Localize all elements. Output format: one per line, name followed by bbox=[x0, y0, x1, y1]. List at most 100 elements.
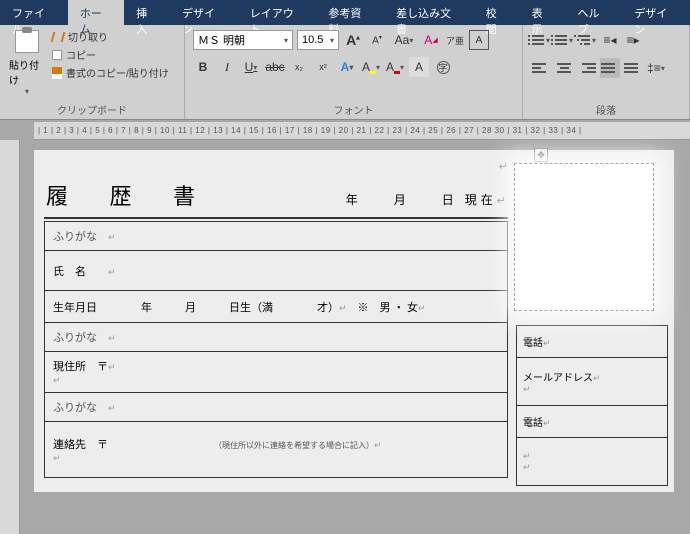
paragraph-mark: ↵ bbox=[499, 161, 508, 173]
align-center-button[interactable] bbox=[554, 58, 574, 78]
document-area: ✥ ↵ 履 歴 書 年 月 日 現在 ↵ ふりがな ↵ 氏 名 ↵ 生年月日 年… bbox=[0, 140, 690, 534]
font-group-label: フォント bbox=[193, 100, 514, 117]
document-title[interactable]: 履 歴 書 bbox=[46, 179, 213, 211]
ruler-area: | 1 | 2 | 3 | 4 | 5 | 6 | 7 | 8 | 9 | 10… bbox=[0, 120, 690, 140]
tab-design[interactable]: デザイン bbox=[170, 0, 238, 25]
paragraph-group: ▾ ▾ ▾ ≡◂ ≡▸ ‡≡▾ 段落 bbox=[523, 25, 690, 119]
highlight-icon: A bbox=[362, 60, 370, 74]
phonetic-button[interactable]: ア亜 bbox=[445, 30, 465, 50]
cut-button[interactable]: 切り取り bbox=[52, 29, 169, 44]
tab-file[interactable]: ファイル bbox=[0, 0, 68, 25]
paragraph-mark: ↵ bbox=[497, 194, 506, 207]
bullets-button[interactable]: ▾ bbox=[531, 30, 551, 50]
email-cell[interactable]: メールアドレス↵↵ bbox=[516, 358, 667, 406]
furigana-cell[interactable]: ふりがな ↵ bbox=[45, 222, 508, 251]
shrink-font-icon: A▾ bbox=[372, 34, 382, 46]
tab-help[interactable]: ヘルプ bbox=[565, 0, 622, 25]
change-case-button[interactable]: Aa▾ bbox=[391, 30, 417, 50]
multilevel-button[interactable]: ▾ bbox=[577, 30, 597, 50]
tab-home[interactable]: ホーム bbox=[68, 0, 124, 25]
tab-review[interactable]: 校閲 bbox=[474, 0, 520, 25]
tab-references[interactable]: 参考資料 bbox=[316, 0, 384, 25]
paragraph-group-label: 段落 bbox=[531, 100, 681, 117]
photo-placeholder[interactable] bbox=[514, 163, 654, 311]
tab-design2[interactable]: デザイン bbox=[622, 0, 690, 25]
clear-format-button[interactable]: A◢ bbox=[421, 30, 441, 50]
numbering-icon bbox=[555, 33, 569, 47]
shrink-font-button[interactable]: A▾ bbox=[367, 30, 387, 50]
text-effects-button[interactable]: A▾ bbox=[337, 57, 357, 77]
char-shading-button[interactable]: A bbox=[409, 57, 429, 77]
name-cell[interactable]: 氏 名 ↵ bbox=[45, 251, 508, 291]
resume-side-table: 電話↵ メールアドレス↵↵ 電話↵ ↵↵ bbox=[516, 325, 668, 486]
paste-button[interactable]: 貼り付け ▾ bbox=[8, 29, 46, 97]
font-size-combo[interactable]: 10.5 ▾ bbox=[297, 30, 339, 50]
align-center-icon bbox=[555, 60, 573, 76]
blank-cell[interactable]: ↵↵ bbox=[516, 438, 667, 486]
bullets-icon bbox=[532, 33, 546, 47]
chevron-down-icon: ▾ bbox=[25, 87, 29, 96]
align-left-icon bbox=[532, 60, 550, 76]
align-left-button[interactable] bbox=[531, 58, 551, 78]
furigana-cell-2[interactable]: ふりがな ↵ bbox=[45, 323, 508, 352]
grow-font-button[interactable]: A▴ bbox=[343, 30, 363, 50]
copy-icon bbox=[52, 50, 62, 60]
birthdate-cell[interactable]: 生年月日 年 月 日生（満 才）↵ ※ 男 ・ 女↵ bbox=[45, 291, 508, 323]
align-right-icon bbox=[578, 60, 596, 76]
distribute-button[interactable] bbox=[623, 58, 643, 78]
format-painter-button[interactable]: 書式のコピー/貼り付け bbox=[52, 65, 169, 80]
italic-button[interactable]: I bbox=[217, 57, 237, 77]
chevron-down-icon: ▾ bbox=[284, 36, 288, 45]
superscript-button[interactable]: x² bbox=[313, 57, 333, 77]
resume-right-column: 電話↵ メールアドレス↵↵ 電話↵ ↵↵ bbox=[516, 160, 668, 486]
furigana-cell-3[interactable]: ふりがな ↵ bbox=[45, 393, 508, 422]
chevron-down-icon: ▾ bbox=[330, 36, 334, 45]
clipboard-icon bbox=[15, 30, 39, 53]
paste-label: 貼り付け bbox=[9, 57, 45, 87]
subscript-button[interactable]: x₂ bbox=[289, 57, 309, 77]
increase-indent-button[interactable]: ≡▸ bbox=[623, 30, 643, 50]
tab-view[interactable]: 表示 bbox=[520, 0, 566, 25]
date-line[interactable]: 年 月 日 現在 bbox=[346, 191, 497, 208]
copy-button[interactable]: コピー bbox=[52, 47, 169, 62]
align-justify-button[interactable] bbox=[600, 58, 620, 78]
underline-button[interactable]: U▾ bbox=[241, 57, 261, 77]
font-group: ＭＳ 明朝 ▾ 10.5 ▾ A▴ A▾ Aa▾ A◢ ア亜 A B I U▾ ab… bbox=[185, 25, 523, 119]
tab-bar: ファイル ホーム 挿入 デザイン レイアウト 参考資料 差し込み文書 校閲 表示… bbox=[0, 0, 690, 25]
clipboard-group-label: クリップボード bbox=[8, 100, 176, 117]
contact-cell[interactable]: 連絡先 〒 （現住所以外に連絡を希望する場合に記入）↵↵ bbox=[45, 422, 508, 478]
grow-font-icon: A▴ bbox=[346, 32, 360, 48]
clipboard-group: 貼り付け ▾ 切り取り コピー 書式のコピー/貼り付け クリップボード bbox=[0, 25, 185, 119]
enclose-button[interactable]: A bbox=[469, 30, 489, 50]
resume-table: ふりがな ↵ 氏 名 ↵ 生年月日 年 月 日生（満 才）↵ ※ 男 ・ 女↵ … bbox=[44, 221, 508, 478]
distribute-icon bbox=[624, 60, 642, 76]
strike-button[interactable]: abc bbox=[265, 57, 285, 77]
font-color-button[interactable]: A▾ bbox=[385, 57, 405, 77]
tab-layout[interactable]: レイアウト bbox=[238, 0, 317, 25]
line-spacing-button[interactable]: ‡≡▾ bbox=[646, 58, 666, 78]
bold-button[interactable]: B bbox=[193, 57, 213, 77]
vertical-ruler[interactable] bbox=[0, 140, 20, 534]
font-size-value: 10.5 bbox=[302, 34, 323, 46]
font-name-combo[interactable]: ＭＳ 明朝 ▾ bbox=[193, 30, 293, 50]
format-painter-label: 書式のコピー/貼り付け bbox=[66, 65, 169, 80]
multilevel-icon bbox=[578, 33, 592, 47]
brush-icon bbox=[52, 67, 62, 79]
tab-insert[interactable]: 挿入 bbox=[124, 0, 170, 25]
horizontal-ruler[interactable]: | 1 | 2 | 3 | 4 | 5 | 6 | 7 | 8 | 9 | 10… bbox=[34, 122, 690, 140]
page: ✥ ↵ 履 歴 書 年 月 日 現在 ↵ ふりがな ↵ 氏 名 ↵ 生年月日 年… bbox=[34, 150, 674, 492]
highlight-button[interactable]: A▾ bbox=[361, 57, 381, 77]
scissors-icon bbox=[51, 32, 66, 42]
tab-mailmerge[interactable]: 差し込み文書 bbox=[384, 0, 474, 25]
align-justify-icon bbox=[601, 60, 619, 76]
decrease-indent-button[interactable]: ≡◂ bbox=[600, 30, 620, 50]
address-cell[interactable]: 現住所 〒↵↵ bbox=[45, 352, 508, 393]
enclose-char-button[interactable]: 字 bbox=[433, 57, 453, 77]
font-color-icon: A bbox=[386, 60, 394, 74]
font-name-value: ＭＳ 明朝 bbox=[198, 32, 245, 48]
phone-cell-2[interactable]: 電話↵ bbox=[516, 406, 667, 438]
align-right-button[interactable] bbox=[577, 58, 597, 78]
numbering-button[interactable]: ▾ bbox=[554, 30, 574, 50]
ribbon: 貼り付け ▾ 切り取り コピー 書式のコピー/貼り付け クリップボード ＭＳ 明… bbox=[0, 25, 690, 120]
phone-cell[interactable]: 電話↵ bbox=[516, 326, 667, 358]
